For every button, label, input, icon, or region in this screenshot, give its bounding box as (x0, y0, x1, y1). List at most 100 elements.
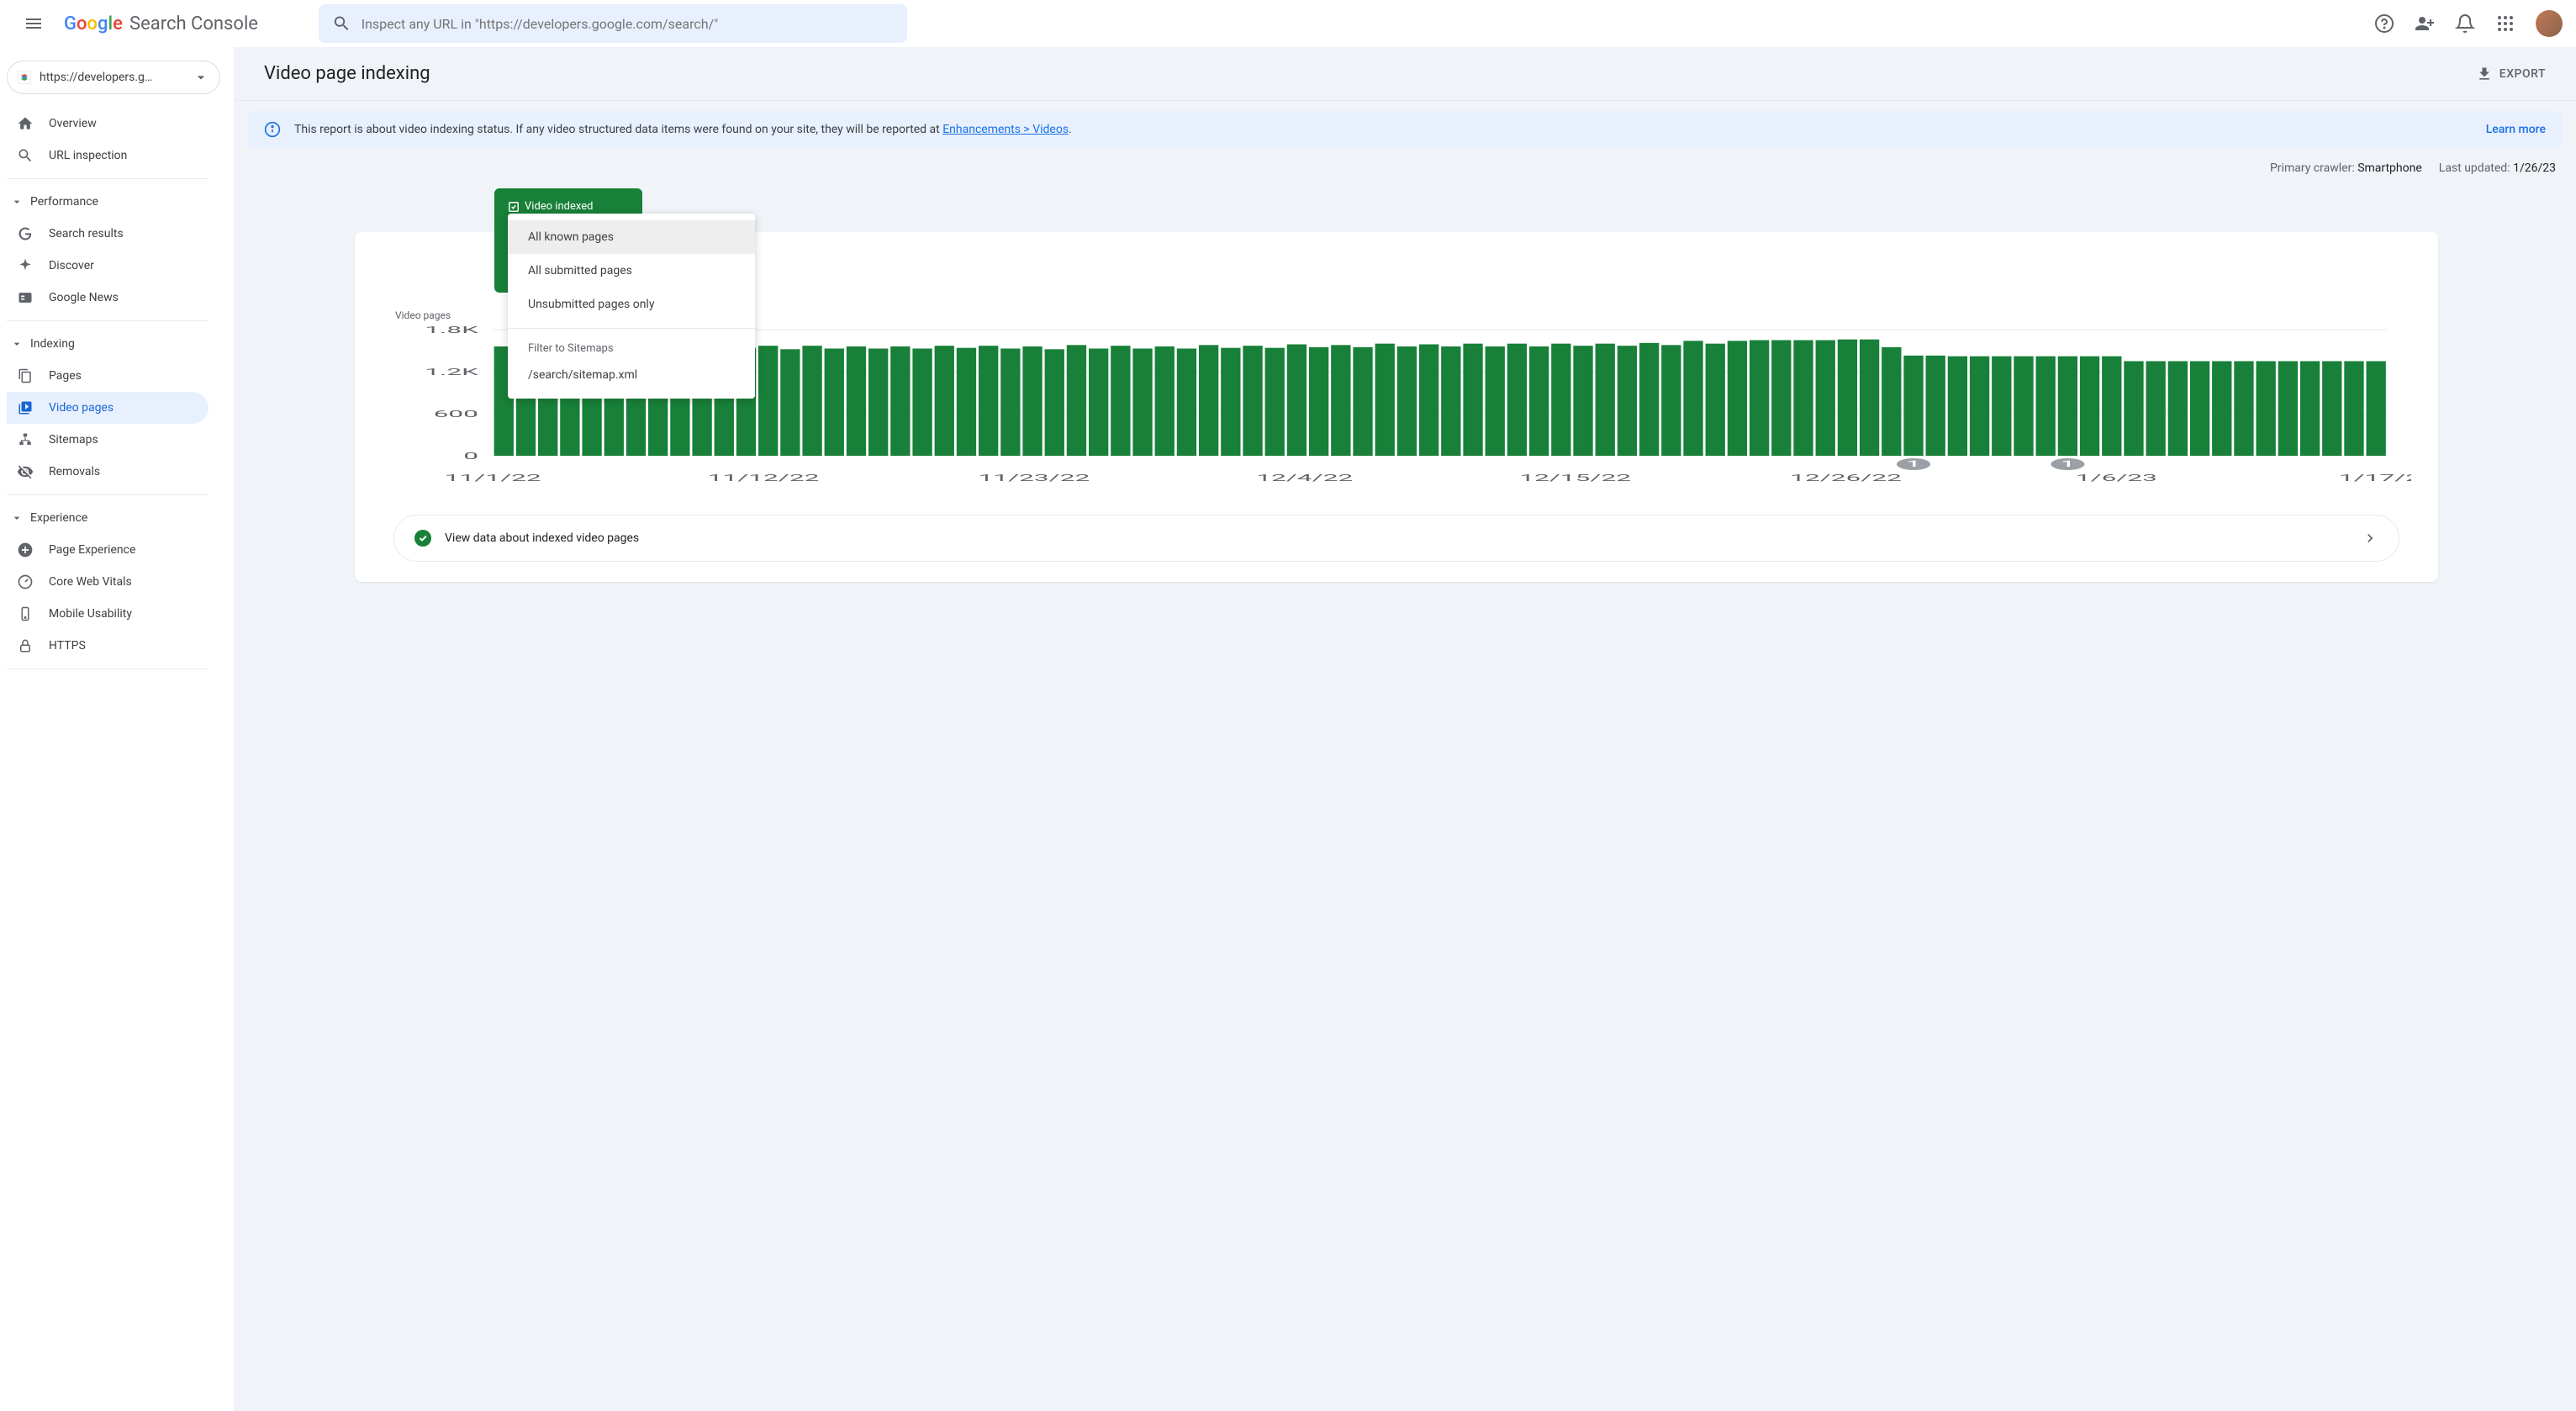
checkbox-icon (508, 201, 520, 213)
nav-section-performance[interactable]: Performance (7, 186, 234, 218)
app-header: Google Search Console (0, 0, 2576, 47)
nav-https[interactable]: HTTPS (7, 630, 209, 662)
section-label: Indexing (30, 337, 75, 351)
stat-label-row: Video indexed (508, 200, 629, 213)
svg-text:11/1/22: 11/1/22 (445, 473, 541, 484)
chevron-right-icon (2362, 530, 2378, 547)
speed-icon (17, 573, 34, 590)
product-logo: Google Search Console (64, 13, 258, 34)
learn-more-link[interactable]: Learn more (2486, 123, 2546, 136)
nav-divider (7, 178, 209, 179)
chevron-down-icon (10, 195, 24, 209)
nav-label: Discover (49, 259, 94, 272)
section-label: Experience (30, 511, 87, 525)
chevron-down-icon (10, 337, 24, 351)
check-circle-icon (414, 530, 431, 547)
property-url: https://developers.g… (40, 71, 184, 84)
nav-sitemaps[interactable]: Sitemaps (7, 424, 209, 456)
nav-video-pages[interactable]: Video pages (7, 392, 209, 424)
menu-icon (24, 13, 44, 34)
dropdown-arrow-icon (193, 69, 209, 86)
mobile-icon (18, 606, 33, 621)
svg-text:1.2K: 1.2K (425, 367, 478, 378)
nav-label: Page Experience (49, 543, 135, 557)
hamburger-menu-button[interactable] (13, 3, 54, 44)
dropdown-option-unsubmitted[interactable]: Unsubmitted pages only (508, 288, 755, 321)
nav-url-inspection[interactable]: URL inspection (7, 140, 209, 172)
svg-text:12/15/22: 12/15/22 (1519, 473, 1631, 484)
nav-label: Removals (49, 465, 100, 478)
nav-section-indexing[interactable]: Indexing (7, 328, 234, 360)
dropdown-divider (508, 328, 755, 329)
magnify-icon (17, 147, 34, 164)
nav-label: Search results (49, 227, 124, 240)
bell-icon (2455, 13, 2475, 34)
download-icon (2476, 66, 2493, 82)
dropdown-sitemap-option[interactable]: /search/sitemap.xml (508, 358, 755, 392)
news-icon (17, 289, 34, 306)
enhancements-link[interactable]: Enhancements > Videos (942, 123, 1069, 136)
url-inspection-search[interactable] (319, 4, 907, 43)
chevron-down-icon (10, 511, 24, 525)
svg-text:11/23/22: 11/23/22 (979, 473, 1090, 484)
google-g-icon (18, 226, 33, 241)
page-title: Video page indexing (264, 63, 430, 84)
svg-text:1: 1 (2061, 459, 2074, 469)
pages-icon (18, 368, 33, 383)
header-actions (2367, 7, 2563, 40)
account-avatar[interactable] (2536, 10, 2563, 37)
property-selector[interactable]: https://developers.g… (7, 61, 220, 94)
svg-text:1/6/23: 1/6/23 (2076, 473, 2157, 484)
svg-text:1/17/23: 1/17/23 (2339, 473, 2411, 484)
last-updated: Last updated: 1/26/23 (2439, 161, 2556, 175)
help-button[interactable] (2367, 7, 2401, 40)
info-banner: This report is about video indexing stat… (247, 111, 2563, 148)
nav-overview[interactable]: Overview (7, 108, 209, 140)
search-icon (332, 13, 351, 34)
nav-removals[interactable]: Removals (7, 456, 209, 488)
removals-icon (17, 463, 34, 480)
dropdown-filter-header: Filter to Sitemaps (508, 336, 755, 358)
nav-google-news[interactable]: Google News (7, 282, 209, 314)
notifications-button[interactable] (2448, 7, 2482, 40)
export-button[interactable]: EXPORT (2476, 66, 2546, 82)
nav-label: Google News (49, 291, 119, 304)
svg-text:1.8K: 1.8K (425, 325, 478, 336)
nav-divider (7, 320, 209, 321)
apps-grid-icon (2495, 13, 2515, 34)
svg-text:1: 1 (1907, 459, 1920, 469)
nav-label: URL inspection (49, 149, 127, 162)
nav-label: Sitemaps (49, 433, 98, 447)
nav-page-experience[interactable]: Page Experience (7, 534, 209, 566)
nav-core-web-vitals[interactable]: Core Web Vitals (7, 566, 209, 598)
main-content: Video page indexing EXPORT This report i… (234, 47, 2576, 1411)
nav-label: HTTPS (49, 639, 86, 653)
export-label: EXPORT (2499, 67, 2546, 81)
nav-search-results[interactable]: Search results (7, 218, 209, 250)
search-input[interactable] (362, 16, 894, 32)
apps-button[interactable] (2489, 7, 2522, 40)
nav-divider (7, 494, 209, 495)
nav-section-experience[interactable]: Experience (7, 502, 234, 534)
property-favicon-icon (18, 71, 31, 84)
help-icon (2374, 13, 2394, 34)
users-button[interactable] (2408, 7, 2441, 40)
banner-text: This report is about video indexing stat… (294, 123, 2473, 136)
svg-text:0: 0 (463, 451, 478, 462)
discover-icon (17, 257, 34, 274)
dropdown-option-all-known[interactable]: All known pages (508, 220, 755, 254)
nav-label: Video pages (49, 401, 113, 415)
dropdown-option-all-submitted[interactable]: All submitted pages (508, 254, 755, 288)
meta-row: Primary crawler: Smartphone Last updated… (247, 148, 2563, 188)
home-icon (17, 115, 34, 132)
nav-discover[interactable]: Discover (7, 250, 209, 282)
video-pages-icon (18, 400, 33, 415)
lock-icon (18, 638, 33, 653)
nav-label: Pages (49, 369, 82, 383)
nav-pages[interactable]: Pages (7, 360, 209, 392)
google-logo-icon: Google (64, 13, 126, 34)
primary-crawler: Primary crawler: Smartphone (2270, 161, 2422, 175)
view-indexed-data-button[interactable]: View data about indexed video pages (393, 515, 2399, 562)
nav-label: Overview (49, 117, 97, 130)
nav-mobile-usability[interactable]: Mobile Usability (7, 598, 209, 630)
